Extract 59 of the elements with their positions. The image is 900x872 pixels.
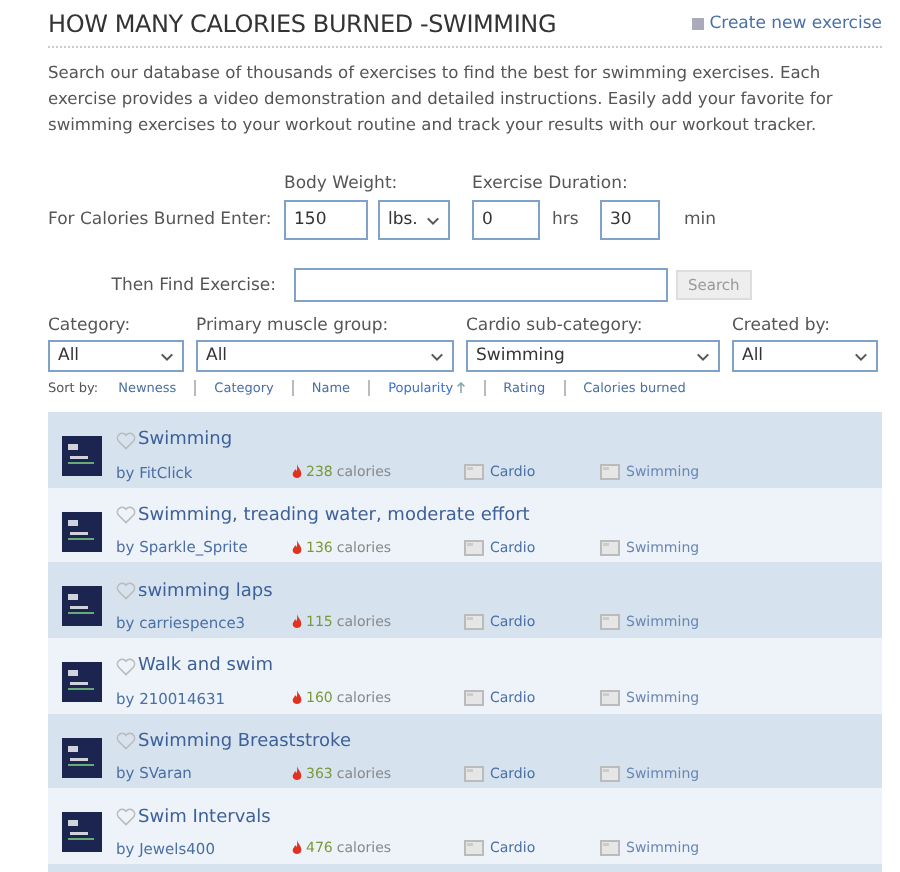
- unit-label: min: [682, 210, 719, 230]
- chevron-icon: [696, 351, 710, 361]
- square-icon: [691, 17, 704, 29]
- create-exercise-link[interactable]: Create new exercise: [691, 13, 882, 33]
- unit-label: hrs: [552, 210, 581, 230]
- folder-icon: [600, 765, 620, 782]
- filter-label: Category:: [48, 316, 133, 336]
- folder-icon: [464, 464, 484, 481]
- exercise-link[interactable]: Swim Intervals: [138, 807, 271, 828]
- arrow-up-icon: [455, 382, 466, 394]
- folder-icon: [600, 539, 620, 556]
- folder-icon: [464, 765, 484, 782]
- field-label: Exercise Duration:: [472, 174, 630, 194]
- folder-icon: [464, 690, 484, 707]
- folder-icon: [600, 614, 620, 631]
- folder-icon: [600, 464, 620, 481]
- exercise-link[interactable]: swimming laps: [138, 581, 273, 602]
- flame-icon: [292, 464, 302, 481]
- exercise-link[interactable]: Swimming: [138, 430, 233, 451]
- heart-icon[interactable]: [116, 582, 136, 601]
- filter-select[interactable]: All: [732, 340, 878, 372]
- folder-icon: [464, 840, 484, 857]
- folder-icon: [464, 539, 484, 556]
- chevron-icon: [426, 215, 440, 225]
- minutes-field[interactable]: 30: [600, 200, 660, 240]
- chevron-icon: [160, 351, 174, 361]
- exercise-link[interactable]: Swimming Breaststroke: [138, 731, 351, 752]
- heart-icon[interactable]: [116, 431, 136, 450]
- filter-label: Primary muscle group:: [196, 316, 391, 336]
- heart-icon[interactable]: [116, 732, 136, 751]
- description: Search our database of thousands of exercises to find the best for swimming exercises. Each exercise provides a video demonstration and detailed instructions. Easily add your favorite for swimming exercises to your workout routine and track your results with our workout tracker.: [48, 60, 835, 138]
- exercise-link[interactable]: Swimming, treading water, moderate effort: [138, 505, 530, 526]
- hours-field[interactable]: 0: [472, 200, 540, 240]
- weight-field[interactable]: 150: [284, 200, 368, 240]
- exercise-link[interactable]: Walk and swim: [138, 656, 274, 677]
- flame-icon: [292, 765, 302, 782]
- heart-icon[interactable]: [116, 657, 136, 676]
- filter-select[interactable]: All: [48, 340, 184, 372]
- field-label: Then Find Exercise:: [109, 275, 276, 295]
- folder-icon: [600, 840, 620, 857]
- field-label: For Calories Burned Enter:: [48, 210, 274, 230]
- flame-icon: [292, 690, 302, 707]
- page-title: HOW MANY CALORIES BURNED -SWIMMING: [48, 9, 557, 37]
- flame-icon: [292, 539, 302, 556]
- search-field[interactable]: [294, 268, 668, 302]
- flame-icon: [292, 614, 302, 631]
- heart-icon[interactable]: [116, 506, 136, 525]
- filter-select[interactable]: Swimming: [466, 340, 720, 372]
- folder-icon: [600, 690, 620, 707]
- filter-label: Cardio sub-category:: [466, 316, 645, 336]
- heart-icon[interactable]: [116, 808, 136, 827]
- chevron-icon: [430, 351, 444, 361]
- chevron-icon: [854, 351, 868, 361]
- unit-select[interactable]: lbs.: [378, 200, 450, 240]
- folder-icon: [464, 614, 484, 631]
- filter-label: Created by:: [732, 316, 833, 336]
- filter-select[interactable]: All: [196, 340, 454, 372]
- flame-icon: [292, 840, 302, 857]
- field-label: Body Weight:: [284, 174, 400, 194]
